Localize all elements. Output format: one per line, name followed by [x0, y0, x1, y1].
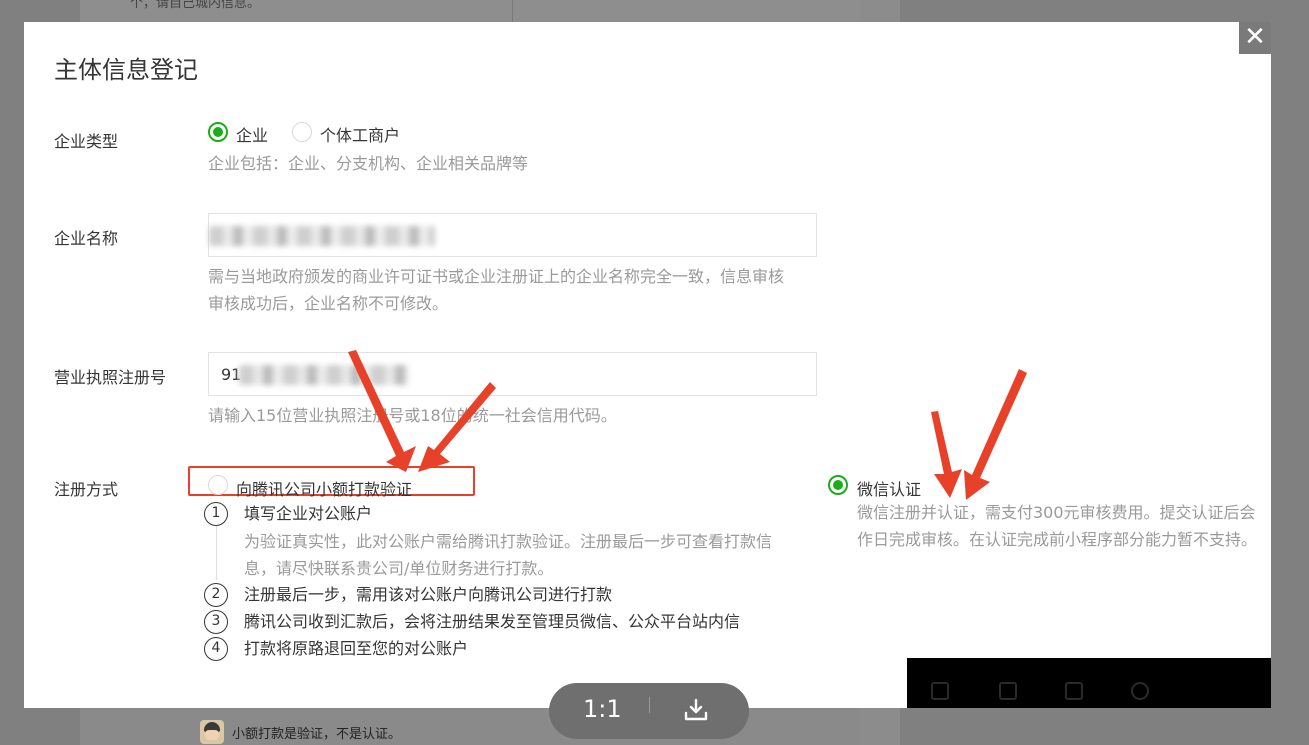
- registration-method-label: 注册方式: [54, 480, 119, 499]
- redacted-text: [209, 226, 435, 246]
- dialog-title: 主体信息登记: [54, 56, 198, 84]
- step-4: 4 打款将原路退回至您的对公账户: [204, 637, 468, 661]
- step-number: 3: [204, 610, 228, 634]
- viewer-icon: [931, 682, 949, 700]
- background-top-text: 个，请自己城内信息。: [130, 0, 261, 11]
- step-connector: [216, 526, 217, 580]
- arrow-icon: [964, 369, 1027, 500]
- enterprise-name-input[interactable]: [208, 213, 817, 257]
- radio-wechat-verification-label[interactable]: 微信认证: [857, 476, 921, 500]
- step-2: 2 注册最后一步，需用该对公账户向腾讯公司进行打款: [204, 583, 612, 607]
- step-1-desc-line1: 为验证真实性，此对公账户需给腾讯打款验证。注册最后一步可查看打款信: [244, 532, 773, 551]
- viewer-icon: [1131, 682, 1149, 700]
- background-divider: [512, 0, 513, 22]
- toolbar-divider: [649, 697, 650, 713]
- zoom-original-button[interactable]: 1:1: [583, 695, 622, 723]
- viewer-icon: [1065, 682, 1083, 700]
- step-text: 腾讯公司收到汇款后，会将注册结果发至管理员微信、公众平台站内信: [244, 612, 741, 631]
- image-viewer-toolbar: 1:1: [549, 683, 749, 739]
- radio-individual-business-label[interactable]: 个体工商户: [320, 122, 400, 146]
- step-text: 填写企业对公账户: [244, 504, 373, 523]
- radio-enterprise[interactable]: [208, 122, 228, 142]
- registration-dialog: 主体信息登记 企业类型 企业 个体工商户 企业包括：企业、分支机构、企业相关品牌…: [24, 22, 1271, 708]
- step-text: 注册最后一步，需用该对公账户向腾讯公司进行打款: [244, 585, 613, 604]
- step-text: 打款将原路退回至您的对公账户: [244, 639, 469, 658]
- step-number: 4: [204, 637, 228, 661]
- arrow-icon: [931, 411, 962, 498]
- background-comment: 小额打款是验证，不是认证。: [200, 720, 401, 744]
- enterprise-name-help-line2: 审核成功后，企业名称不可修改。: [208, 294, 449, 313]
- enterprise-type-help: 企业包括：企业、分支机构、企业相关品牌等: [208, 154, 529, 173]
- step-1-description: 为验证真实性，此对公账户需给腾讯打款验证。注册最后一步可查看打款信 息，请尽快联…: [244, 528, 824, 582]
- radio-enterprise-label[interactable]: 企业: [236, 122, 268, 146]
- step-number: 2: [204, 583, 228, 607]
- radio-bank-transfer-label[interactable]: 向腾讯公司小额打款验证: [236, 476, 412, 500]
- avatar: [200, 720, 224, 744]
- viewer-dark-panel: [907, 658, 1271, 708]
- redacted-text: [239, 365, 409, 385]
- license-number-help: 请输入15位营业执照注册号或18位的统一社会信用代码。: [208, 406, 617, 425]
- enterprise-type-label: 企业类型: [54, 132, 119, 151]
- step-3: 3 腾讯公司收到汇款后，会将注册结果发至管理员微信、公众平台站内信: [204, 610, 740, 634]
- radio-individual-business[interactable]: [292, 122, 312, 142]
- enterprise-name-help-line1: 需与当地政府颁发的商业许可证书或企业注册证上的企业名称完全一致，信息审核: [208, 267, 785, 286]
- license-number-input[interactable]: 91: [208, 352, 817, 396]
- close-icon[interactable]: ✕: [1239, 22, 1271, 54]
- step-1: 1 填写企业对公账户: [204, 502, 372, 526]
- license-number-label: 营业执照注册号: [54, 368, 167, 387]
- wechat-verification-desc-line1: 微信注册并认证，需支付300元审核费用。提交认证后会: [857, 503, 1256, 522]
- radio-wechat-verification[interactable]: [828, 475, 848, 495]
- step-number: 1: [204, 502, 228, 526]
- download-icon[interactable]: [683, 697, 709, 723]
- radio-bank-transfer[interactable]: [208, 475, 228, 495]
- step-1-desc-line2: 息，请尽快联系贵公司/单位财务进行打款。: [244, 559, 554, 578]
- comment-text: 小额打款是验证，不是认证。: [232, 726, 402, 742]
- wechat-verification-desc-line2: 作日完成审核。在认证完成前小程序部分能力暂不支持。: [857, 530, 1258, 549]
- enterprise-name-label: 企业名称: [54, 229, 119, 248]
- viewer-icon: [999, 682, 1017, 700]
